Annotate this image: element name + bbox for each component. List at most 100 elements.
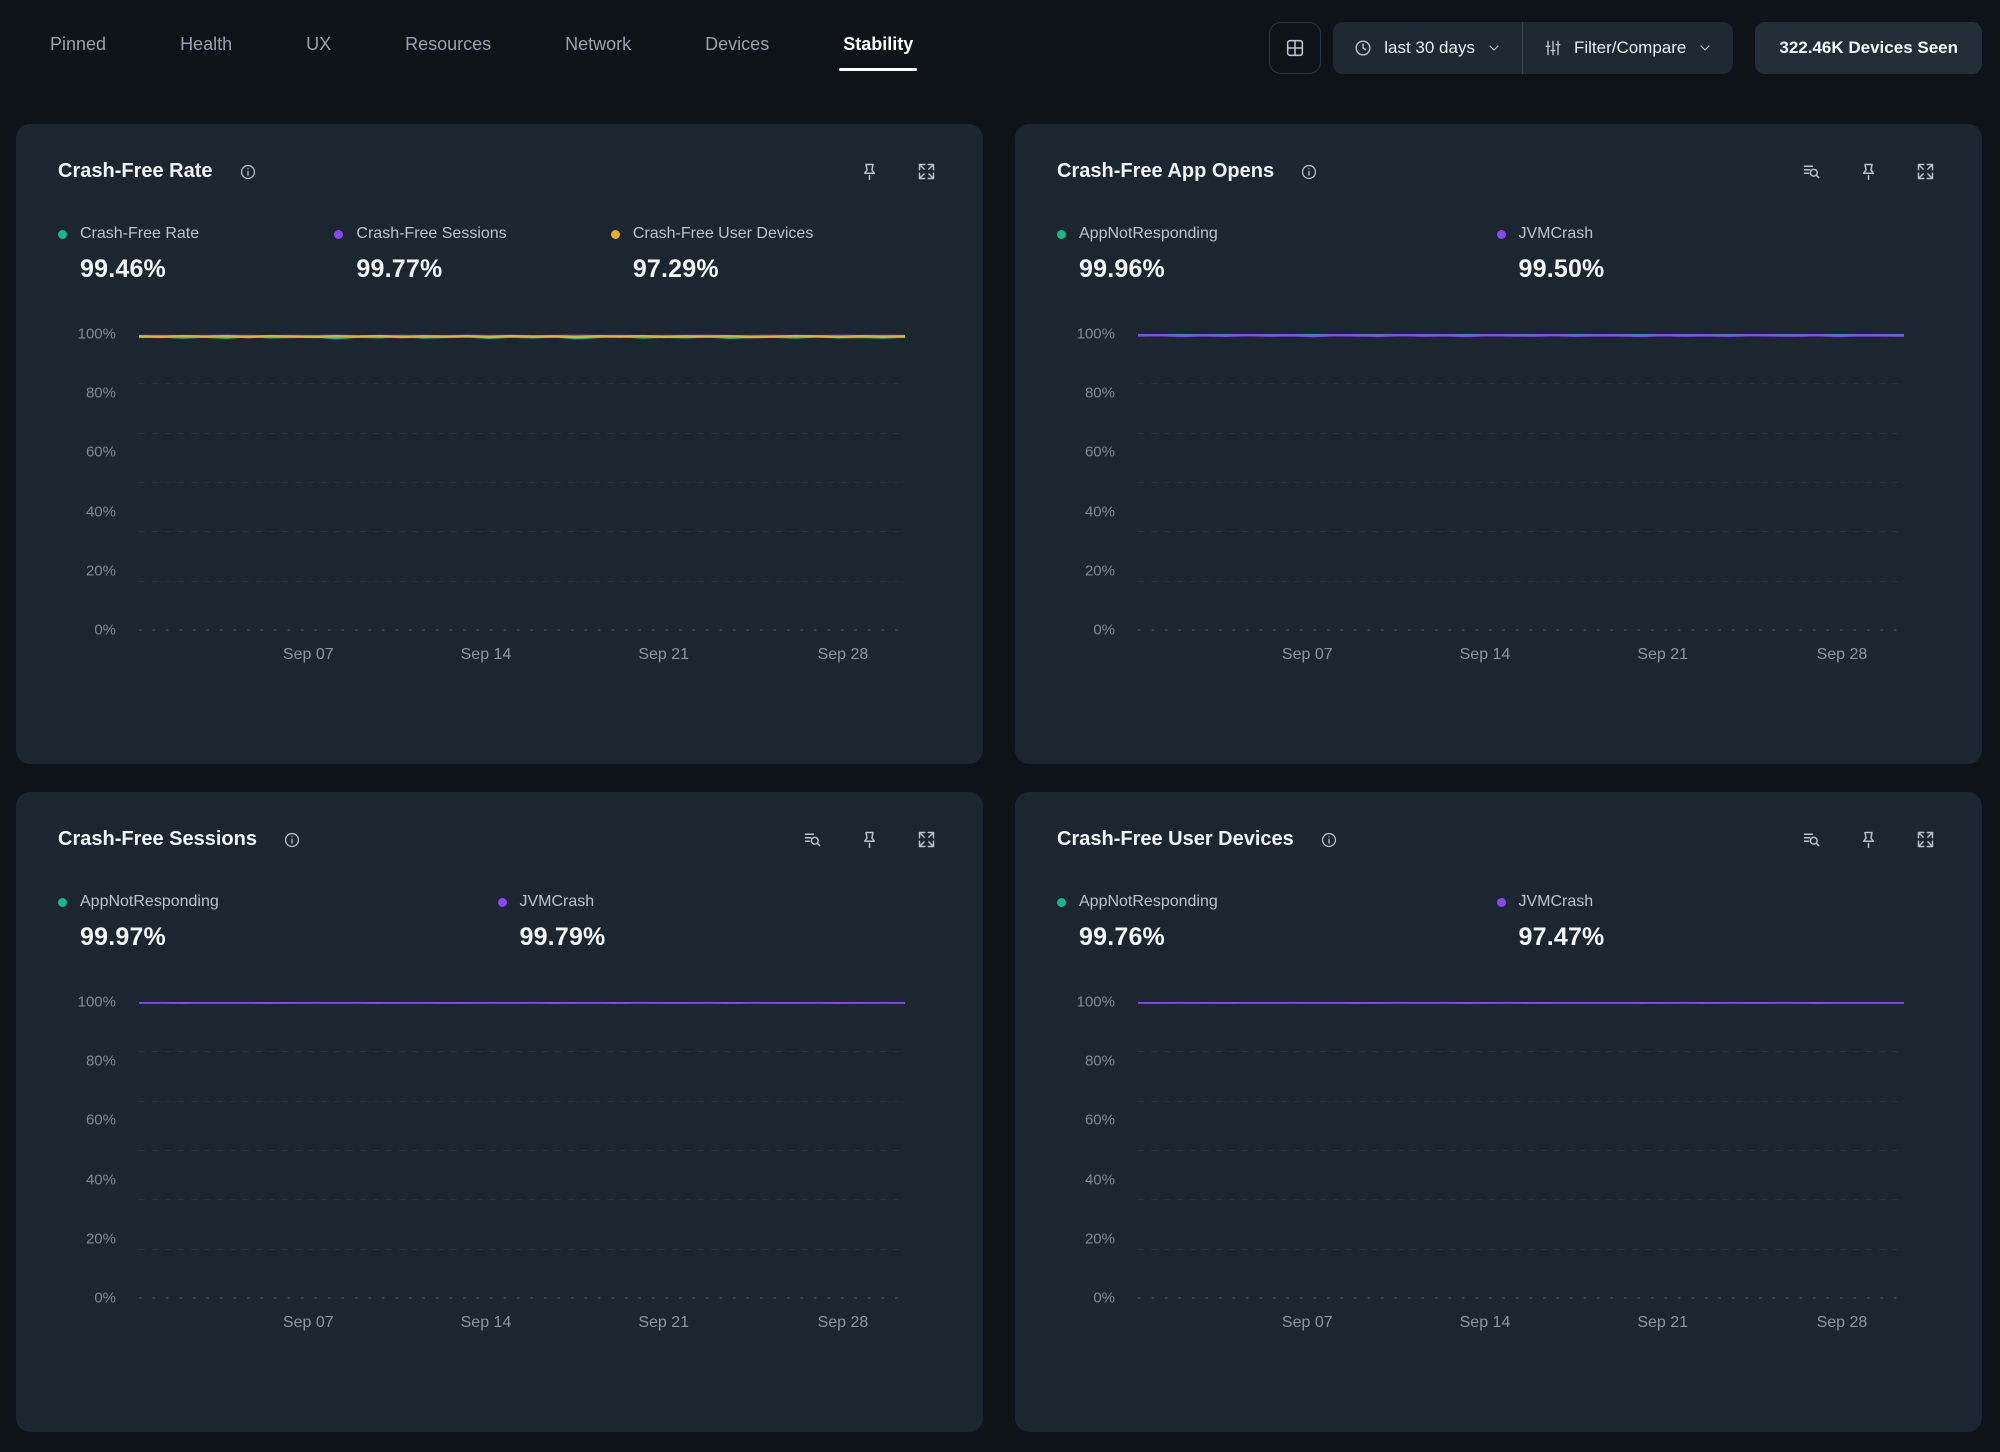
- x-axis: Sep 07Sep 14Sep 21Sep 28: [139, 630, 905, 672]
- series-value: 99.97%: [80, 923, 498, 952]
- y-axis: 100%80%60%40%20%0%: [1057, 334, 1115, 630]
- chart-legend: Crash-Free Rate 99.46% Crash-Free Sessio…: [58, 225, 937, 284]
- legend-item[interactable]: JVMCrash 97.47%: [1497, 893, 1937, 952]
- x-axis: Sep 07Sep 14Sep 21Sep 28: [139, 1298, 905, 1340]
- series-dot: [498, 898, 507, 907]
- tab-bar: Pinned Health UX Resources Network Devic…: [50, 20, 913, 77]
- series-label: JVMCrash: [1519, 225, 1594, 243]
- y-axis: 100%80%60%40%20%0%: [58, 1002, 116, 1298]
- list-search-icon[interactable]: [1801, 161, 1822, 182]
- info-icon[interactable]: [1300, 163, 1318, 181]
- devices-seen-badge[interactable]: 322.46K Devices Seen: [1755, 22, 1982, 74]
- tab-health[interactable]: Health: [180, 20, 232, 77]
- time-range-dropdown[interactable]: last 30 days: [1333, 22, 1522, 74]
- top-navigation-bar: Pinned Health UX Resources Network Devic…: [0, 0, 2000, 96]
- list-search-icon[interactable]: [802, 829, 823, 850]
- legend-item[interactable]: AppNotResponding 99.76%: [1057, 893, 1497, 952]
- card-crash-free-rate: Crash-Free Rate Crash-Free Rate 99.46% C…: [16, 124, 983, 764]
- legend-item[interactable]: Crash-Free User Devices 97.29%: [611, 225, 937, 284]
- tab-pinned[interactable]: Pinned: [50, 20, 106, 77]
- legend-item[interactable]: AppNotResponding 99.97%: [58, 893, 498, 952]
- legend-item[interactable]: Crash-Free Rate 99.46%: [58, 225, 334, 284]
- header-controls: last 30 days Filter/Compare 322.46K Devi…: [1269, 22, 1982, 74]
- pin-icon[interactable]: [1858, 161, 1879, 182]
- plot-area[interactable]: [139, 334, 905, 630]
- tab-network[interactable]: Network: [565, 20, 631, 77]
- layout-grid-button[interactable]: [1269, 22, 1321, 74]
- pin-icon[interactable]: [859, 829, 880, 850]
- grid-layout-icon: [1284, 37, 1306, 59]
- expand-icon[interactable]: [1915, 829, 1936, 850]
- x-axis: Sep 07Sep 14Sep 21Sep 28: [1138, 1298, 1904, 1340]
- series-dot: [1497, 898, 1506, 907]
- dashboard-grid: Crash-Free Rate Crash-Free Rate 99.46% C…: [0, 96, 2000, 1432]
- series-dot: [1497, 230, 1506, 239]
- series-value: 99.79%: [520, 923, 938, 952]
- card-crash-free-sessions: Crash-Free Sessions AppNotResponding 99.…: [16, 792, 983, 1432]
- series-value: 97.47%: [1519, 923, 1937, 952]
- time-filter-group: last 30 days Filter/Compare: [1333, 22, 1733, 74]
- info-icon[interactable]: [283, 831, 301, 849]
- series-label: AppNotResponding: [1079, 225, 1218, 243]
- card-crash-free-user-devices: Crash-Free User Devices AppNotResponding…: [1015, 792, 1982, 1432]
- list-search-icon[interactable]: [1801, 829, 1822, 850]
- card-title: Crash-Free App Opens: [1057, 160, 1274, 183]
- expand-icon[interactable]: [916, 829, 937, 850]
- line-chart: 100%80%60%40%20%0% Sep 07Sep 14Sep 21Sep…: [1057, 334, 1936, 672]
- expand-icon[interactable]: [1915, 161, 1936, 182]
- expand-icon[interactable]: [916, 161, 937, 182]
- series-dot: [611, 230, 620, 239]
- info-icon[interactable]: [1320, 831, 1338, 849]
- tab-ux[interactable]: UX: [306, 20, 331, 77]
- series-value: 99.46%: [80, 255, 334, 284]
- tab-stability[interactable]: Stability: [843, 20, 913, 77]
- card-title: Crash-Free Rate: [58, 160, 213, 183]
- x-axis: Sep 07Sep 14Sep 21Sep 28: [1138, 630, 1904, 672]
- legend-item[interactable]: JVMCrash 99.79%: [498, 893, 938, 952]
- chevron-down-icon: [1486, 40, 1502, 56]
- series-label: Crash-Free User Devices: [633, 225, 813, 243]
- chevron-down-icon: [1697, 40, 1713, 56]
- card-crash-free-app-opens: Crash-Free App Opens AppNotResponding 99…: [1015, 124, 1982, 764]
- series-label: JVMCrash: [520, 893, 595, 911]
- y-axis: 100%80%60%40%20%0%: [1057, 1002, 1115, 1298]
- series-label: JVMCrash: [1519, 893, 1594, 911]
- plot-area[interactable]: [1138, 334, 1904, 630]
- pin-icon[interactable]: [1858, 829, 1879, 850]
- series-value: 99.77%: [356, 255, 610, 284]
- card-title: Crash-Free Sessions: [58, 828, 257, 851]
- series-label: AppNotResponding: [1079, 893, 1218, 911]
- filter-sliders-icon: [1543, 38, 1563, 58]
- line-chart: 100%80%60%40%20%0% Sep 07Sep 14Sep 21Sep…: [1057, 1002, 1936, 1340]
- series-label: Crash-Free Rate: [80, 225, 199, 243]
- legend-item[interactable]: AppNotResponding 99.96%: [1057, 225, 1497, 284]
- card-title: Crash-Free User Devices: [1057, 828, 1294, 851]
- legend-item[interactable]: Crash-Free Sessions 99.77%: [334, 225, 610, 284]
- series-dot: [1057, 230, 1066, 239]
- series-label: Crash-Free Sessions: [356, 225, 506, 243]
- series-value: 99.96%: [1079, 255, 1497, 284]
- series-value: 99.76%: [1079, 923, 1497, 952]
- series-label: AppNotResponding: [80, 893, 219, 911]
- series-value: 99.50%: [1519, 255, 1937, 284]
- series-dot: [58, 230, 67, 239]
- legend-item[interactable]: JVMCrash 99.50%: [1497, 225, 1937, 284]
- tab-devices[interactable]: Devices: [705, 20, 769, 77]
- series-value: 97.29%: [633, 255, 937, 284]
- chart-legend: AppNotResponding 99.76% JVMCrash 97.47%: [1057, 893, 1936, 952]
- chart-legend: AppNotResponding 99.97% JVMCrash 99.79%: [58, 893, 937, 952]
- filter-compare-dropdown[interactable]: Filter/Compare: [1522, 22, 1733, 74]
- clock-icon: [1353, 38, 1373, 58]
- info-icon[interactable]: [239, 163, 257, 181]
- line-chart: 100%80%60%40%20%0% Sep 07Sep 14Sep 21Sep…: [58, 1002, 937, 1340]
- series-dot: [334, 230, 343, 239]
- plot-area[interactable]: [1138, 1002, 1904, 1298]
- time-range-label: last 30 days: [1384, 38, 1475, 58]
- line-chart: 100%80%60%40%20%0% Sep 07Sep 14Sep 21Sep…: [58, 334, 937, 672]
- tab-resources[interactable]: Resources: [405, 20, 491, 77]
- filter-compare-label: Filter/Compare: [1574, 38, 1686, 58]
- plot-area[interactable]: [139, 1002, 905, 1298]
- chart-legend: AppNotResponding 99.96% JVMCrash 99.50%: [1057, 225, 1936, 284]
- series-dot: [58, 898, 67, 907]
- pin-icon[interactable]: [859, 161, 880, 182]
